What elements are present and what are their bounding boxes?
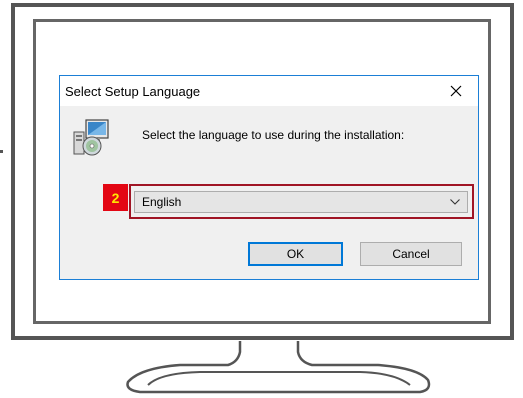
cancel-button[interactable]: Cancel [360, 242, 462, 266]
dialog-prompt: Select the language to use during the in… [142, 128, 405, 142]
setup-language-dialog: Select Setup Language Select the languag… [59, 75, 479, 280]
dialog-title: Select Setup Language [65, 84, 201, 99]
close-icon [450, 85, 462, 97]
close-button[interactable] [434, 76, 478, 106]
setup-installer-icon [73, 119, 109, 156]
language-select[interactable]: English [134, 191, 468, 213]
ok-button[interactable]: OK [248, 242, 343, 266]
dialog-titlebar: Select Setup Language [60, 76, 478, 106]
step-number-badge: 2 [103, 184, 128, 211]
language-select-value: English [142, 195, 182, 209]
chevron-down-icon [450, 199, 460, 205]
